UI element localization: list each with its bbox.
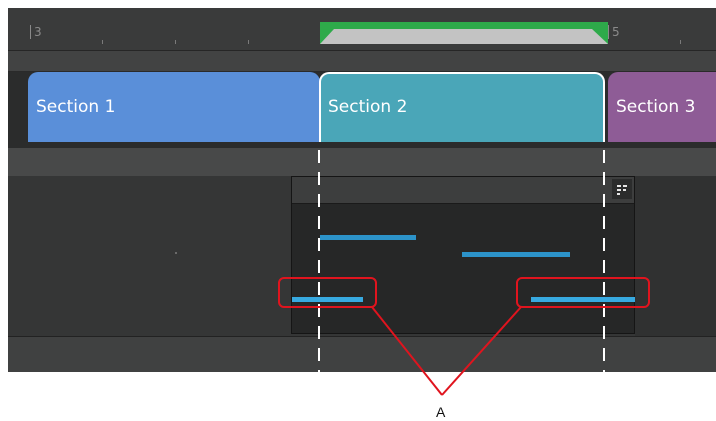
track-header-strip	[8, 148, 716, 177]
midi-note[interactable]	[531, 297, 635, 302]
ruler-tick	[248, 40, 249, 44]
section-label: Section 3	[616, 97, 696, 117]
next-track-lane	[8, 336, 716, 372]
lane-marker-dot	[175, 252, 177, 254]
loop-range-shape	[320, 22, 608, 44]
section-label: Section 2	[328, 97, 408, 117]
timeline-ruler[interactable]: 3 4 5	[8, 8, 716, 51]
clip-options-icon[interactable]	[612, 179, 632, 199]
ruler-tick	[102, 40, 103, 44]
screenshot-stage: 3 4 5 Section 1	[0, 0, 716, 421]
ruler-tick	[175, 40, 176, 44]
track-lane-right	[635, 176, 716, 336]
arranger-section-1[interactable]: Section 1	[28, 72, 320, 142]
ruler-marker-3: 3	[30, 25, 42, 39]
section-label: Section 1	[36, 97, 116, 117]
ruler-divider-strip	[8, 51, 716, 72]
arranger-editor: 3 4 5 Section 1	[8, 8, 716, 372]
midi-clip[interactable]	[291, 176, 635, 334]
clip-header[interactable]	[292, 177, 634, 204]
loop-range[interactable]	[320, 22, 608, 44]
ruler-marker-5: 5	[608, 25, 620, 39]
midi-note[interactable]	[462, 252, 570, 257]
arranger-section-2[interactable]: Section 2	[319, 72, 605, 142]
midi-note[interactable]	[320, 235, 416, 240]
ruler-tick	[680, 40, 681, 44]
arranger-section-3[interactable]: Section 3	[608, 72, 716, 142]
callout-label: A	[436, 404, 446, 420]
midi-note[interactable]	[292, 297, 363, 302]
